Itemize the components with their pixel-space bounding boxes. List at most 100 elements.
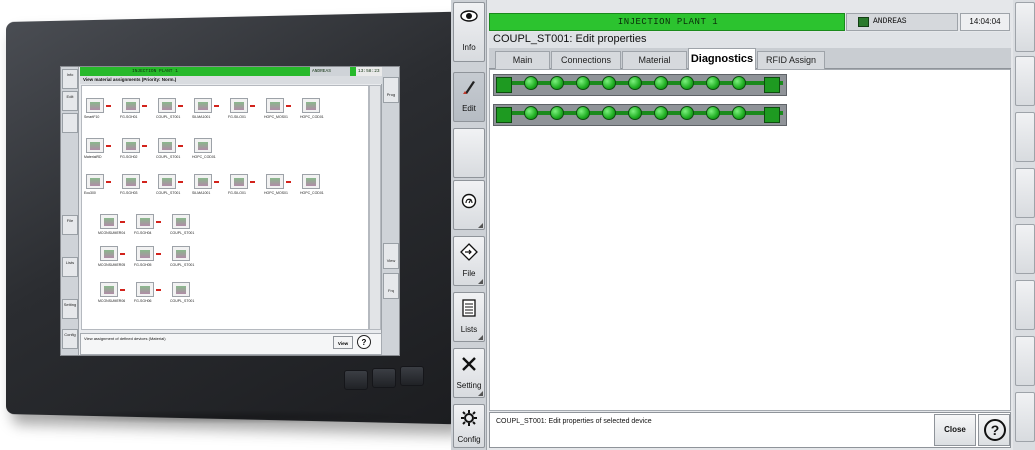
corner-marker — [478, 223, 483, 228]
user-box[interactable]: ANDREAS — [846, 13, 958, 31]
sidebar-item-config[interactable]: Config — [453, 404, 485, 448]
mini-sidebar-item: Info — [62, 69, 78, 89]
mini-flow-arrow — [250, 181, 255, 183]
mini-device-label: FG-SGH05 — [134, 263, 152, 267]
bus-node-icon[interactable] — [524, 76, 538, 90]
bus-node-icon[interactable] — [732, 76, 746, 90]
function-key[interactable] — [1015, 280, 1035, 330]
tab-connections[interactable]: Connections — [551, 51, 621, 69]
mini-user: ANDREAS — [310, 67, 350, 76]
sidebar-item-setting[interactable]: Setting — [453, 348, 485, 398]
bus-node-icon[interactable] — [550, 106, 564, 120]
bus-node-icon[interactable] — [602, 76, 616, 90]
pencil-icon — [454, 79, 484, 100]
sidebar-item-file[interactable]: File — [453, 236, 485, 286]
function-key[interactable] — [1015, 112, 1035, 162]
mini-flow-arrow — [214, 181, 219, 183]
function-key[interactable] — [1015, 224, 1035, 274]
sidebar-item-gauge[interactable] — [453, 180, 485, 230]
bus-node-icon[interactable] — [706, 76, 720, 90]
bus-node-icon[interactable] — [628, 76, 642, 90]
mini-view-button: View — [333, 336, 353, 349]
status-message: COUPL_ST001: Edit properties of selected… — [496, 418, 652, 425]
mini-device-icon — [86, 138, 104, 153]
clock: 14:04:04 — [960, 13, 1010, 31]
mini-device-label: FG-SGH06 — [134, 299, 152, 303]
function-key[interactable] — [1015, 336, 1035, 386]
function-key[interactable] — [1015, 56, 1035, 106]
mini-device-label: MCONSUMER04 — [98, 231, 126, 235]
mini-sidebar-item: Config — [62, 329, 78, 349]
bus-node-icon[interactable] — [628, 106, 642, 120]
sidebar-item-lists[interactable]: Lists — [453, 292, 485, 342]
corner-marker — [478, 279, 483, 284]
mini-flow-arrow — [178, 145, 183, 147]
mini-sidebar-item: Setting — [62, 299, 78, 319]
hardware-button — [400, 366, 424, 386]
mini-right-item: View — [383, 243, 399, 269]
bus-node-icon[interactable] — [524, 106, 538, 120]
sidebar-item-blank[interactable] — [453, 128, 485, 178]
function-key[interactable] — [1015, 2, 1035, 52]
mini-device-label: SILMA1001 — [192, 115, 211, 119]
bus-node-icon[interactable] — [576, 106, 590, 120]
mini-device-icon — [86, 98, 104, 113]
close-button[interactable]: Close — [934, 414, 976, 446]
hardware-button — [372, 368, 396, 388]
bus-segment — [493, 104, 787, 126]
mini-sidebar-item: Edit — [62, 91, 78, 111]
mini-right-item: Frq — [383, 273, 399, 299]
mini-device-label: COUPL_ST001 — [156, 155, 181, 159]
tab-main[interactable]: Main — [495, 51, 550, 69]
mini-device-label: FG-SGH01 — [120, 115, 138, 119]
tab-diagnostics[interactable]: Diagnostics — [688, 48, 756, 70]
bus-node-icon[interactable] — [576, 76, 590, 90]
mini-flow-arrow — [214, 105, 219, 107]
tab-material[interactable]: Material — [622, 51, 687, 69]
mini-flow-arrow — [156, 221, 161, 223]
mini-device-label: HOPC_COD01 — [300, 191, 324, 195]
mini-flow-arrow — [120, 221, 125, 223]
function-key[interactable] — [1015, 392, 1035, 442]
status-bar: COUPL_ST001: Edit properties of selected… — [489, 412, 1011, 448]
mini-device-icon — [172, 282, 190, 297]
monitor-screen: Info Edit File Lists Setting Config Prog… — [60, 66, 400, 356]
bus-node-icon[interactable] — [680, 106, 694, 120]
sidebar-item-info[interactable]: Info — [453, 2, 485, 62]
bus-node-icon[interactable] — [654, 76, 668, 90]
tab-rfid-assign[interactable]: RFID Assign — [757, 51, 825, 69]
mini-flow-arrow — [106, 181, 111, 183]
function-key[interactable] — [1015, 168, 1035, 218]
user-name: ANDREAS — [873, 17, 907, 26]
help-button[interactable]: ? — [978, 414, 1010, 446]
mini-device-label: MCONSUMER05 — [98, 263, 126, 267]
mini-device-icon — [136, 214, 154, 229]
list-icon — [454, 299, 484, 322]
mini-device-label: HOPC_COD01 — [300, 115, 324, 119]
bus-endpoint-icon — [764, 107, 780, 123]
bus-node-icon[interactable] — [602, 106, 616, 120]
gauge-icon — [454, 193, 484, 214]
mini-device-icon — [266, 98, 284, 113]
mini-flow-arrow — [120, 253, 125, 255]
bus-endpoint-icon — [496, 77, 512, 93]
mini-flow-arrow — [286, 181, 291, 183]
bus-segment — [493, 74, 787, 96]
mini-flow-arrow — [120, 289, 125, 291]
mini-device-icon — [100, 246, 118, 261]
mini-device-icon — [100, 214, 118, 229]
mini-device-icon — [194, 174, 212, 189]
mini-help-button: ? — [357, 335, 371, 349]
mini-flow-arrow — [156, 253, 161, 255]
tools-icon — [454, 355, 484, 378]
mini-sidebar-item: File — [62, 215, 78, 235]
mini-device-icon — [230, 174, 248, 189]
bus-node-icon[interactable] — [654, 106, 668, 120]
bus-node-icon[interactable] — [680, 76, 694, 90]
sidebar-item-edit[interactable]: Edit — [453, 72, 485, 122]
bus-node-icon[interactable] — [706, 106, 720, 120]
sidebar-item-label: Edit — [462, 104, 476, 113]
mini-flow-arrow — [142, 181, 147, 183]
bus-node-icon[interactable] — [732, 106, 746, 120]
bus-node-icon[interactable] — [550, 76, 564, 90]
